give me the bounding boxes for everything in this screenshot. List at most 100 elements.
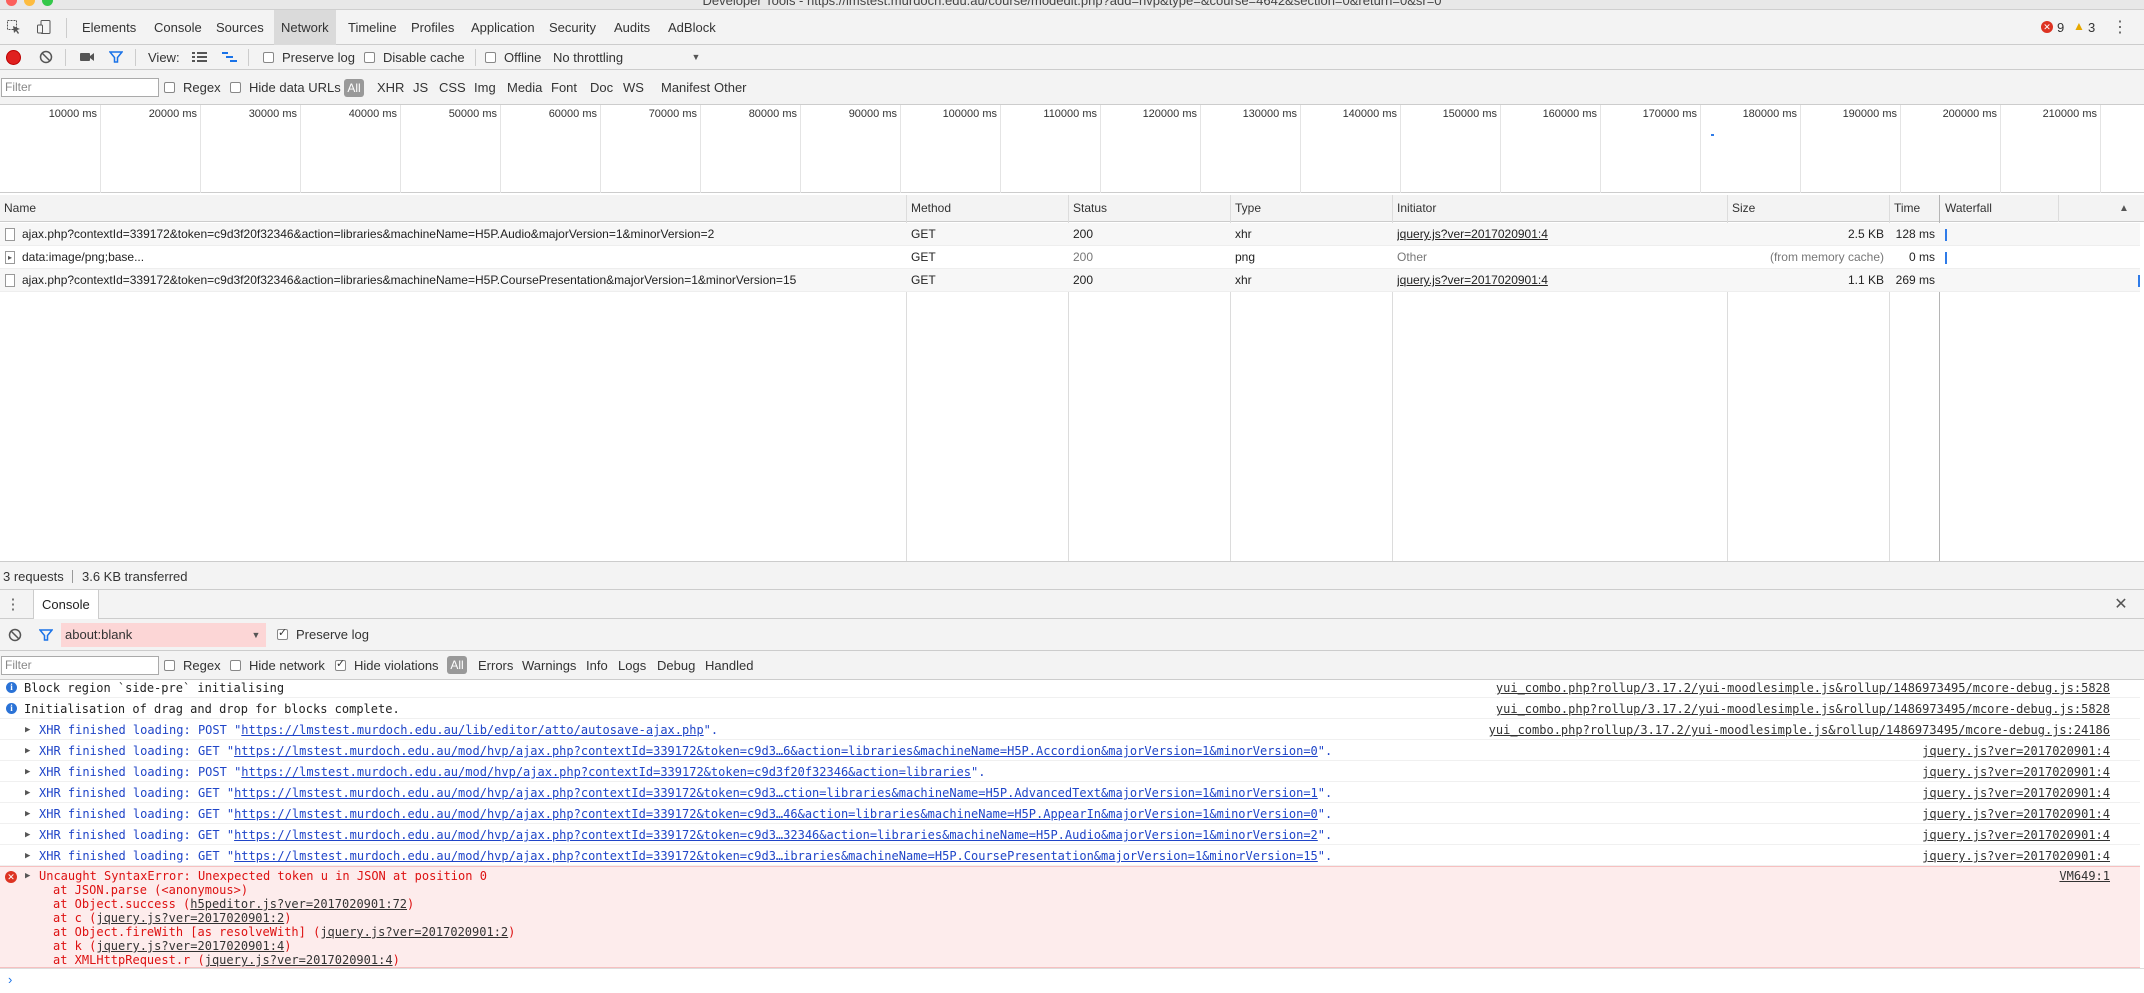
level-errors[interactable]: Errors xyxy=(478,658,513,673)
xhr-url[interactable]: https://lmstest.murdoch.edu.au/mod/hvp/a… xyxy=(234,807,1318,821)
tab-console[interactable]: Console xyxy=(147,10,209,45)
console-preserve-log-checkbox[interactable] xyxy=(277,626,288,640)
hide-data-urls-checkbox[interactable] xyxy=(230,82,241,93)
header-size[interactable]: Size xyxy=(1728,195,1755,222)
type-filter-js[interactable]: JS xyxy=(413,80,428,95)
tab-security[interactable]: Security xyxy=(542,10,603,45)
tab-network[interactable]: Network xyxy=(274,10,336,45)
tab-profiles[interactable]: Profiles xyxy=(404,10,461,45)
expand-triangle-icon[interactable]: ▶ xyxy=(25,720,30,740)
type-filter-manifest[interactable]: Manifest xyxy=(661,80,710,95)
tab-adblock[interactable]: AdBlock xyxy=(661,10,723,45)
level-info[interactable]: Info xyxy=(586,658,608,673)
level-handled[interactable]: Handled xyxy=(705,658,753,673)
console-filter-input[interactable]: Filter xyxy=(1,656,159,675)
regex-checkbox[interactable] xyxy=(164,82,175,93)
clear-console-icon[interactable] xyxy=(8,628,22,642)
stack-frame-link[interactable]: jquery.js?ver=2017020901:4 xyxy=(96,939,284,953)
xhr-url[interactable]: https://lmstest.murdoch.edu.au/mod/hvp/a… xyxy=(234,828,1318,842)
header-method[interactable]: Method xyxy=(907,195,951,222)
expand-triangle-icon[interactable]: ▶ xyxy=(25,846,30,866)
xhr-url[interactable]: https://lmstest.murdoch.edu.au/mod/hvp/a… xyxy=(241,765,971,779)
header-time[interactable]: Time xyxy=(1890,195,1920,222)
type-filter-all[interactable]: All xyxy=(344,79,364,97)
context-selector[interactable]: about:blank ▼ xyxy=(61,623,266,647)
header-waterfall[interactable]: Waterfall xyxy=(1941,195,1992,222)
large-rows-icon[interactable] xyxy=(192,51,207,63)
xhr-url[interactable]: https://lmstest.murdoch.edu.au/mod/hvp/a… xyxy=(234,786,1318,800)
tab-timeline[interactable]: Timeline xyxy=(341,10,404,45)
message-source-link[interactable]: jquery.js?ver=2017020901:4 xyxy=(1922,846,2110,866)
table-row[interactable]: ▸ data:image/png;base... GET 200 png Other (fr… xyxy=(0,246,2140,269)
message-source-link[interactable]: yui_combo.php?rollup/3.17.2/yui-moodlesi… xyxy=(1496,678,2110,698)
message-source-link[interactable]: jquery.js?ver=2017020901:4 xyxy=(1922,741,2110,761)
console-regex-checkbox[interactable] xyxy=(164,660,175,671)
error-count[interactable]: 9 xyxy=(2057,20,2064,35)
sort-ascending-icon[interactable]: ▲ xyxy=(2118,202,2130,214)
drawer-tab-console[interactable]: Console xyxy=(33,590,99,619)
header-initiator[interactable]: Initiator xyxy=(1393,195,1436,222)
type-filter-xhr[interactable]: XHR xyxy=(377,80,404,95)
expand-triangle-icon[interactable]: ▶ xyxy=(25,762,30,782)
network-filter-input[interactable]: Filter xyxy=(1,78,159,97)
message-source-link[interactable]: jquery.js?ver=2017020901:4 xyxy=(1922,825,2110,845)
expand-triangle-icon[interactable]: ▶ xyxy=(25,825,30,845)
message-source-link[interactable]: yui_combo.php?rollup/3.17.2/yui-moodlesi… xyxy=(1489,720,2110,740)
clear-icon[interactable] xyxy=(39,50,53,64)
stack-frame-link[interactable]: jquery.js?ver=2017020901:4 xyxy=(205,953,393,967)
message-source-link[interactable]: jquery.js?ver=2017020901:4 xyxy=(1922,804,2110,824)
hide-network-checkbox[interactable] xyxy=(230,660,241,671)
video-camera-icon[interactable] xyxy=(79,51,95,63)
warning-count[interactable]: 3 xyxy=(2088,20,2095,35)
message-source-link[interactable]: jquery.js?ver=2017020901:4 xyxy=(1922,783,2110,803)
level-all[interactable]: All xyxy=(447,656,467,674)
xhr-url[interactable]: https://lmstest.murdoch.edu.au/lib/edito… xyxy=(241,723,703,737)
preserve-log-checkbox[interactable] xyxy=(263,52,274,63)
message-source-link[interactable]: yui_combo.php?rollup/3.17.2/yui-moodlesi… xyxy=(1496,699,2110,719)
device-toolbar-icon[interactable] xyxy=(36,19,52,35)
filter-icon[interactable] xyxy=(109,50,123,64)
console-filter-icon[interactable] xyxy=(39,628,53,642)
drawer-menu-icon[interactable]: ⋮ xyxy=(6,596,21,613)
header-type[interactable]: Type xyxy=(1231,195,1261,222)
offline-checkbox[interactable] xyxy=(485,52,496,63)
xhr-url[interactable]: https://lmstest.murdoch.edu.au/mod/hvp/a… xyxy=(234,849,1318,863)
header-status[interactable]: Status xyxy=(1069,195,1107,222)
message-source-link[interactable]: jquery.js?ver=2017020901:4 xyxy=(1922,762,2110,782)
type-filter-img[interactable]: Img xyxy=(474,80,496,95)
record-icon[interactable] xyxy=(7,51,20,64)
tab-audits[interactable]: Audits xyxy=(607,10,657,45)
tab-elements[interactable]: Elements xyxy=(75,10,143,45)
header-name[interactable]: Name xyxy=(0,195,36,222)
stack-frame-link[interactable]: jquery.js?ver=2017020901:2 xyxy=(320,925,508,939)
stack-frame-link[interactable]: jquery.js?ver=2017020901:2 xyxy=(96,911,284,925)
expand-triangle-icon[interactable]: ▶ xyxy=(25,871,30,881)
xhr-url[interactable]: https://lmstest.murdoch.edu.au/mod/hvp/a… xyxy=(234,744,1318,758)
type-filter-css[interactable]: CSS xyxy=(439,80,466,95)
type-filter-font[interactable]: Font xyxy=(551,80,577,95)
stack-frame-link[interactable]: h5peditor.js?ver=2017020901:72 xyxy=(190,897,407,911)
disable-cache-checkbox[interactable] xyxy=(364,52,375,63)
tab-sources[interactable]: Sources xyxy=(209,10,271,45)
close-drawer-icon[interactable]: ✕ xyxy=(2114,596,2128,613)
expand-triangle-icon[interactable]: ▶ xyxy=(25,741,30,761)
more-options-icon[interactable]: ⋮ xyxy=(2112,19,2128,37)
row-initiator[interactable]: jquery.js?ver=2017020901:4 xyxy=(1397,223,1717,246)
row-initiator[interactable]: jquery.js?ver=2017020901:4 xyxy=(1397,269,1717,292)
expand-triangle-icon[interactable]: ▶ xyxy=(25,804,30,824)
error-source-link[interactable]: VM649:1 xyxy=(2059,869,2110,883)
type-filter-doc[interactable]: Doc xyxy=(590,80,613,95)
type-filter-other[interactable]: Other xyxy=(714,80,747,95)
hide-violations-checkbox[interactable] xyxy=(335,657,346,671)
level-logs[interactable]: Logs xyxy=(618,658,646,673)
level-debug[interactable]: Debug xyxy=(657,658,695,673)
console-prompt[interactable]: › xyxy=(0,968,2144,993)
type-filter-ws[interactable]: WS xyxy=(623,80,644,95)
type-filter-media[interactable]: Media xyxy=(507,80,542,95)
tab-application[interactable]: Application xyxy=(464,10,542,45)
level-warnings[interactable]: Warnings xyxy=(522,658,576,673)
table-row[interactable]: ajax.php?contextId=339172&token=c9d3f20f… xyxy=(0,223,2140,246)
table-row[interactable]: ajax.php?contextId=339172&token=c9d3f20f… xyxy=(0,269,2140,292)
inspect-element-icon[interactable] xyxy=(6,19,22,35)
expand-triangle-icon[interactable]: ▶ xyxy=(25,783,30,803)
